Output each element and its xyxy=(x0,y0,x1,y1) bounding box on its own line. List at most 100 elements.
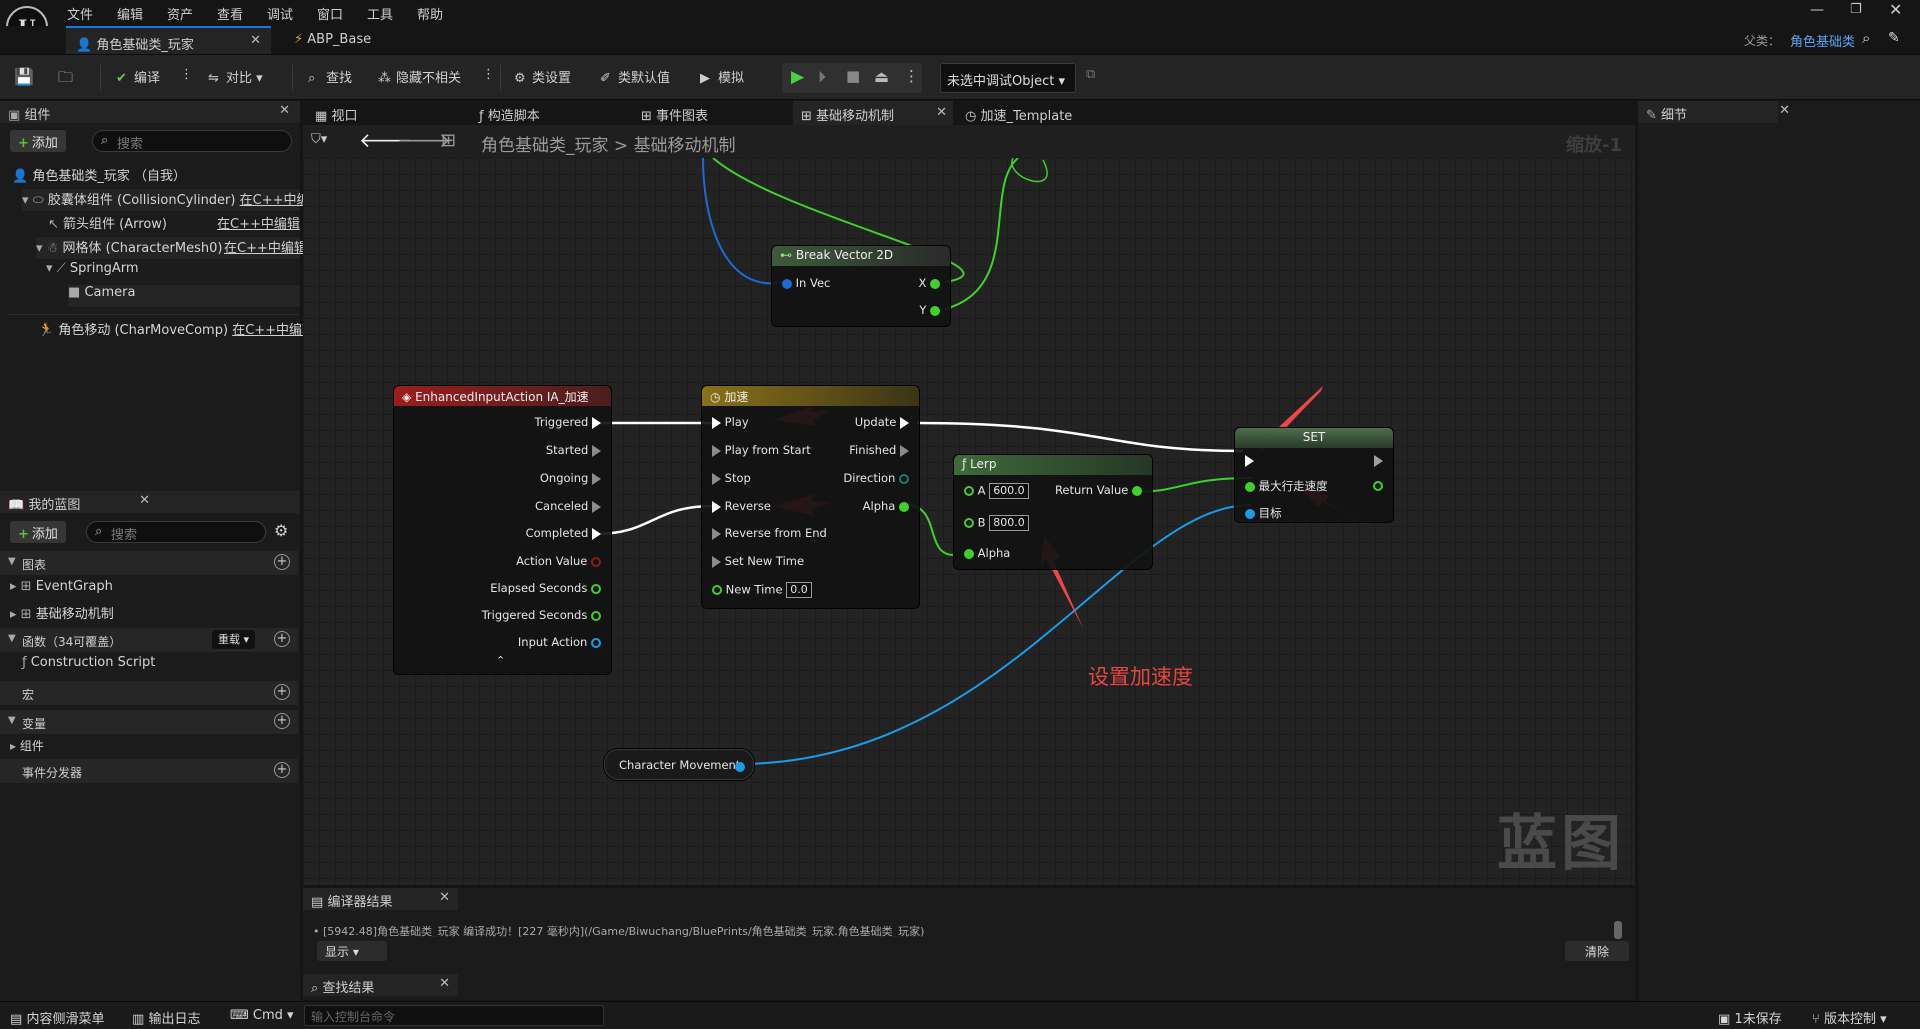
tab-viewport[interactable]: ▦ 视口 xyxy=(307,101,365,125)
pin-finished[interactable]: Finished xyxy=(849,443,909,457)
debug-object-dropdown[interactable]: 未选中调试Object ▾ xyxy=(940,63,1076,93)
edit-in-cpp-link[interactable]: 在C++中编辑 xyxy=(217,213,300,232)
pin-elapsed-seconds[interactable]: Elapsed Seconds xyxy=(490,581,601,595)
close-panel-icon[interactable]: ✕ xyxy=(439,976,450,991)
pin-return-value[interactable]: Return Value xyxy=(1055,483,1142,497)
class-defaults-button[interactable]: ✐ 类默认值 xyxy=(600,67,670,89)
add-graph-icon[interactable]: + xyxy=(274,554,290,570)
node-set-max-walk-speed[interactable]: SET 最大行走速度 目标 xyxy=(1235,428,1393,522)
node-character-movement[interactable]: Character Movement xyxy=(604,749,754,780)
pin-b[interactable]: B 800.0 xyxy=(964,515,1029,531)
pin-ongoing[interactable]: Ongoing xyxy=(540,471,601,485)
lerp-b-value[interactable]: 800.0 xyxy=(989,515,1029,531)
find-button[interactable]: ⌕ 查找 xyxy=(308,67,352,89)
breadcrumb-current[interactable]: 基础移动机制 xyxy=(634,136,736,156)
simulate-button[interactable]: ▶ 模拟 xyxy=(700,67,744,89)
close-panel-icon[interactable]: ✕ xyxy=(439,890,450,905)
section-variables[interactable]: ▼ 变量 + xyxy=(0,710,298,734)
pin-x[interactable]: X xyxy=(918,276,940,290)
pin-new-time[interactable]: New Time 0.0 xyxy=(712,582,812,598)
pin-update[interactable]: Update xyxy=(855,415,909,429)
node-break-vector-2d[interactable]: ⊷ Break Vector 2D In Vec X Y xyxy=(772,246,950,326)
add-dispatcher-icon[interactable]: + xyxy=(274,762,290,778)
menu-window[interactable]: 窗口 xyxy=(317,4,343,23)
menu-view[interactable]: 查看 xyxy=(217,4,243,23)
edit-in-cpp-link[interactable]: 在C++中编 xyxy=(240,193,310,208)
add-macro-icon[interactable]: + xyxy=(274,684,290,700)
class-settings-button[interactable]: ⚙ 类设置 xyxy=(514,67,571,89)
node-timeline-accel[interactable]: ◷ 加速 Play Play from Start Stop Reverse R… xyxy=(702,386,919,608)
unsaved-button[interactable]: ▣ 1未保存 xyxy=(1718,1008,1782,1027)
tab-construction-script[interactable]: ƒ 构造脚本 xyxy=(471,101,548,125)
pin-alpha-out[interactable]: Alpha xyxy=(863,499,909,513)
pin-stop[interactable]: Stop xyxy=(712,471,751,485)
menu-tools[interactable]: 工具 xyxy=(367,4,393,23)
component-springarm[interactable]: ▾ ⟋ SpringArm xyxy=(46,261,139,283)
menu-help[interactable]: 帮助 xyxy=(417,4,443,23)
edit-pencil-icon[interactable]: ✎ xyxy=(1888,30,1900,46)
add-member-button[interactable]: + 添加 xyxy=(10,521,66,543)
tab-abp-base[interactable]: ⚡ ABP_Base xyxy=(284,26,414,54)
menu-edit[interactable]: 编辑 xyxy=(117,4,143,23)
add-component-button[interactable]: + 添加 xyxy=(10,130,66,152)
pin-triggered-seconds[interactable]: Triggered Seconds xyxy=(482,608,601,622)
restore-icon[interactable]: ❐ xyxy=(1850,2,1862,17)
section-macros[interactable]: 宏 + xyxy=(0,681,298,705)
collapse-chevron-icon[interactable]: ⌃ xyxy=(496,654,505,667)
possess-eject-icon[interactable]: ⏏ xyxy=(874,67,889,86)
pin-alpha-in[interactable]: Alpha xyxy=(964,546,1010,560)
hide-unrelated-options-icon[interactable]: ⋮ xyxy=(482,67,495,89)
pin-play-from-start[interactable]: Play from Start xyxy=(712,443,811,457)
tab-event-graph[interactable]: ⊞ 事件图表 xyxy=(633,101,716,125)
pin-action-value[interactable]: Action Value xyxy=(516,554,601,568)
tab-player-blueprint[interactable]: 👤 角色基础类_玩家 ✕ xyxy=(66,26,271,54)
pin-y[interactable]: Y xyxy=(919,303,940,317)
pin-a[interactable]: A 600.0 xyxy=(964,483,1029,499)
tab-basic-movement[interactable]: ⊞ 基础移动机制 ✕ xyxy=(793,101,953,125)
node-enhanced-input-action[interactable]: ◈ EnhancedInputAction IA_加速 Triggered St… xyxy=(394,386,611,674)
pin-triggered[interactable]: Triggered xyxy=(535,415,601,429)
pin-in-vec[interactable]: In Vec xyxy=(782,276,830,290)
components-search-input[interactable]: ⌕ 搜索 xyxy=(92,130,292,152)
pin-canceled[interactable]: Canceled xyxy=(535,499,601,513)
minimize-icon[interactable]: — xyxy=(1810,2,1824,18)
tab-accel-template[interactable]: ◷ 加速_Template xyxy=(957,101,1080,125)
graph-item-eventgraph[interactable]: ▸ ⊞ EventGraph xyxy=(10,579,113,601)
advance-frame-icon[interactable]: ⏵ xyxy=(818,67,826,87)
debug-filter-icon[interactable]: ⧉ xyxy=(1086,67,1095,89)
node-lerp[interactable]: ƒ Lerp A 600.0 B 800.0 Alpha Return Valu… xyxy=(954,455,1152,569)
pin-max-walk-speed[interactable]: 最大行走速度 xyxy=(1245,478,1328,494)
my-blueprint-search-input[interactable]: ⌕ 搜索 xyxy=(86,521,266,543)
section-dispatchers[interactable]: 事件分发器 + xyxy=(0,759,298,783)
pin-max-walk-speed-out[interactable] xyxy=(1373,478,1383,492)
variable-category-components[interactable]: ▸ 组件 xyxy=(10,737,44,759)
pin-set-exec-out[interactable] xyxy=(1374,453,1383,467)
play-options-icon[interactable]: ⋮ xyxy=(904,67,919,85)
compile-options-icon[interactable]: ⋮ xyxy=(180,67,193,89)
scrollbar[interactable] xyxy=(1614,921,1622,939)
output-log-button[interactable]: ▥ 输出日志 xyxy=(132,1008,200,1027)
bookmark-icon[interactable]: ⛉▾ xyxy=(311,132,327,147)
menu-asset[interactable]: 资产 xyxy=(167,4,193,23)
pin-target[interactable]: 目标 xyxy=(1245,505,1282,521)
close-tab-icon[interactable]: ✕ xyxy=(250,33,261,48)
save-icon[interactable]: 💾 xyxy=(14,67,34,89)
pin-set-exec-in[interactable] xyxy=(1245,453,1254,467)
menu-debug[interactable]: 调试 xyxy=(267,4,293,23)
play-icon[interactable]: ▶ xyxy=(791,67,804,87)
pin-play[interactable]: Play xyxy=(712,415,749,429)
pin-reverse[interactable]: Reverse xyxy=(712,499,771,513)
lerp-a-value[interactable]: 600.0 xyxy=(989,483,1029,499)
pin-started[interactable]: Started xyxy=(546,443,601,457)
source-control-button[interactable]: ⑂ 版本控制 ▾ xyxy=(1812,1008,1887,1027)
parent-class-link[interactable]: 角色基础类 xyxy=(1790,31,1855,50)
settings-gear-icon[interactable]: ⚙ xyxy=(274,521,288,540)
section-graphs[interactable]: ▼ 图表 + xyxy=(0,551,298,575)
component-charmove[interactable]: 🏃 角色移动 (CharMoveComp) 在C++中编辑 xyxy=(38,319,315,341)
pin-input-action[interactable]: Input Action xyxy=(518,635,601,649)
pin-set-new-time[interactable]: Set New Time xyxy=(712,554,804,568)
menu-file[interactable]: 文件 xyxy=(67,4,93,23)
edit-in-cpp-link[interactable]: 在C++中编辑 xyxy=(224,237,307,256)
add-function-icon[interactable]: + xyxy=(274,631,290,647)
component-capsule[interactable]: ▾ ⬭ 胶囊体组件 (CollisionCylinder) 在C++中编 xyxy=(22,189,310,211)
